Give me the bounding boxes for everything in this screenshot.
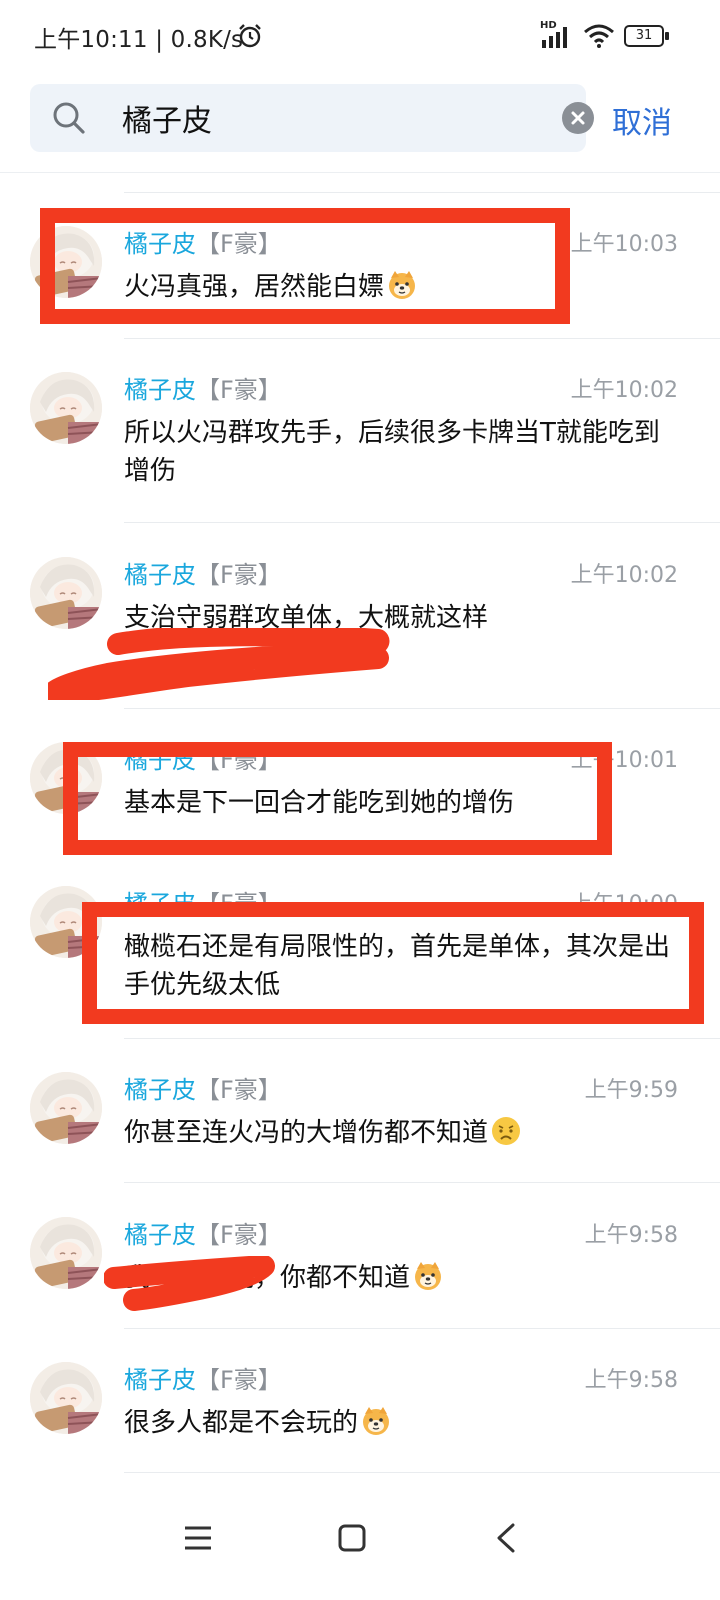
message-text: 很多人都是不会玩的 (124, 1404, 684, 1442)
avatar[interactable] (30, 372, 102, 444)
message-time: 上午10:02 (570, 378, 678, 403)
cancel-button[interactable]: 取消 (612, 98, 672, 142)
message-item[interactable]: 橘子皮【F豪】 上午9:58 很多人都是不会玩的 (0, 1348, 720, 1478)
sender-name-text: 橘子皮 (124, 1221, 196, 1249)
message-time: 上午10:03 (570, 232, 678, 257)
redaction-scribble (48, 628, 390, 700)
divider (124, 1182, 720, 1183)
message-text: 所以火冯群攻先手，后续很多卡牌当T就能吃到增伤 (124, 414, 684, 490)
divider (124, 522, 720, 523)
highlight-box (63, 742, 612, 855)
wifi-icon (584, 24, 614, 48)
message-text-content: 所以火冯群攻先手，后续很多卡牌当T就能吃到增伤 (124, 418, 660, 486)
highlight-box (40, 208, 570, 324)
sender-name[interactable]: 橘子皮【F豪】 (124, 1215, 282, 1250)
sender-name-text: 橘子皮 (124, 376, 196, 404)
search-input[interactable] (122, 94, 532, 142)
signal-icon: HD (540, 20, 574, 50)
avatar[interactable] (30, 1362, 102, 1434)
message-time: 上午9:58 (584, 1368, 678, 1393)
message-time: 上午10:02 (570, 563, 678, 588)
message-text: 你甚至连火冯的大增伤都不知道 (124, 1114, 684, 1152)
battery-icon: 31 (624, 25, 670, 47)
sender-name[interactable]: 橘子皮【F豪】 (124, 370, 282, 405)
divider (124, 708, 720, 709)
divider (124, 1038, 720, 1039)
sender-title-tag: 【F豪】 (196, 561, 282, 589)
search-row: 取消 (0, 84, 720, 154)
status-time-speed: 上午10:11 | 0.8K/s (34, 27, 244, 53)
sender-name[interactable]: 橘子皮【F豪】 (124, 1070, 282, 1105)
sender-name-text: 橘子皮 (124, 561, 196, 589)
message-time: 上午9:59 (584, 1078, 678, 1103)
system-nav-bar (0, 1480, 720, 1600)
sender-name-text: 橘子皮 (124, 1366, 196, 1394)
sender-name-text: 橘子皮 (124, 1076, 196, 1104)
alarm-icon (239, 24, 261, 48)
home-icon[interactable] (322, 1508, 382, 1568)
divider (0, 172, 720, 173)
battery-level: 31 (635, 28, 653, 43)
search-box[interactable] (30, 84, 594, 152)
avatar[interactable] (30, 1217, 102, 1289)
sender-title-tag: 【F豪】 (196, 1221, 282, 1249)
sad-emoji-icon (490, 1115, 522, 1147)
divider (124, 1472, 720, 1473)
menu-icon[interactable] (168, 1508, 228, 1568)
message-item[interactable]: 橘子皮【F豪】 上午10:02 所以火冯群攻先手，后续很多卡牌当T就能吃到增伤 (0, 358, 720, 488)
doge-emoji-icon (412, 1260, 444, 1292)
divider (124, 1328, 720, 1329)
divider (124, 192, 720, 193)
sender-name[interactable]: 橘子皮【F豪】 (124, 555, 282, 590)
avatar[interactable] (30, 1072, 102, 1144)
back-icon[interactable] (476, 1508, 536, 1568)
search-icon (53, 102, 85, 134)
sender-title-tag: 【F豪】 (196, 376, 282, 404)
highlight-box (82, 902, 704, 1024)
doge-emoji-icon (360, 1405, 392, 1437)
message-text-content: 很多人都是不会玩的 (124, 1408, 359, 1438)
clear-icon[interactable] (562, 102, 594, 134)
avatar[interactable] (30, 557, 102, 629)
sender-name[interactable]: 橘子皮【F豪】 (124, 1360, 282, 1395)
message-time: 上午9:58 (584, 1223, 678, 1248)
sender-title-tag: 【F豪】 (196, 1366, 282, 1394)
message-item[interactable]: 橘子皮【F豪】 上午9:59 你甚至连火冯的大增伤都不知道 (0, 1058, 720, 1188)
sender-title-tag: 【F豪】 (196, 1076, 282, 1104)
redaction-scribble (104, 1256, 275, 1311)
divider (124, 338, 720, 339)
status-bar: 上午10:11 | 0.8K/s HD 31 (0, 0, 720, 72)
message-text-content: 你甚至连火冯的大增伤都不知道 (124, 1118, 489, 1148)
